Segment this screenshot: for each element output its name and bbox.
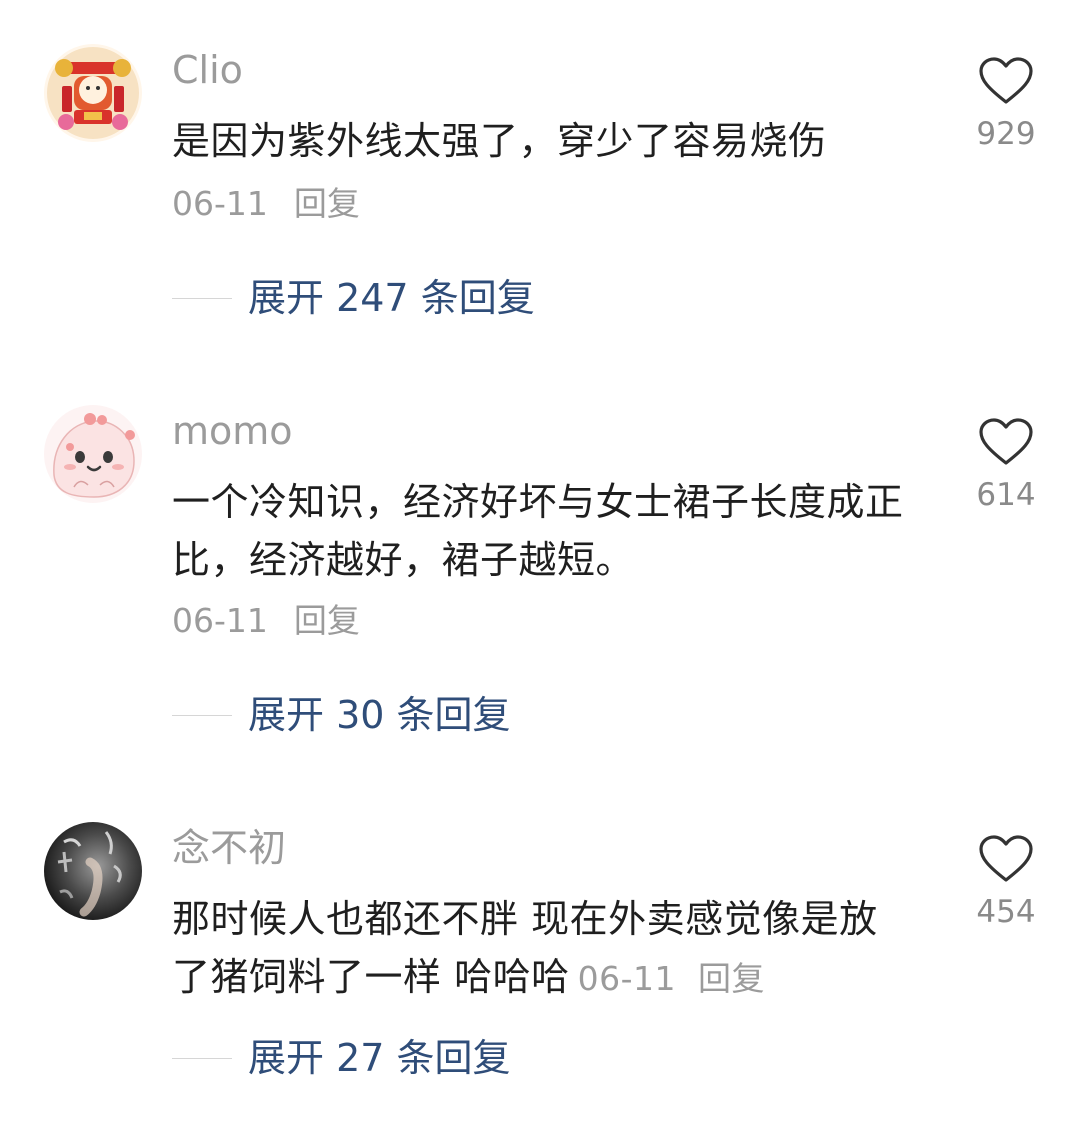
avatar[interactable] [44, 44, 142, 142]
comment-username[interactable]: Clio [172, 47, 243, 93]
comment-text: 是因为紫外线太强了，穿少了容易烧伤 [172, 119, 827, 163]
expand-divider [172, 1058, 232, 1059]
heart-outline-icon [979, 835, 1033, 882]
comment-date: 06-11 [172, 184, 268, 223]
avatar[interactable] [44, 822, 142, 920]
comment-text-content: 那时候人也都还不胖 现在外卖感觉像是放了猪饲料了一样 哈哈哈 [172, 897, 878, 999]
comment-date: 06-11 [577, 959, 676, 998]
like-count: 454 [976, 894, 1036, 930]
expand-replies-label[interactable]: 展开 30 条回复 [248, 690, 511, 740]
comment-text: 一个冷知识，经济好坏与女士裙子长度成正比，经济越好，裙子越短。 [172, 480, 904, 582]
comment-meta: 06-11 回复 [578, 959, 765, 998]
comment-username[interactable]: 念不初 [172, 825, 286, 871]
comment-username[interactable]: momo [172, 408, 293, 454]
like-count: 929 [976, 116, 1036, 152]
expand-divider [172, 715, 232, 716]
reply-button[interactable]: 回复 [698, 959, 765, 998]
reply-button[interactable]: 回复 [294, 184, 360, 223]
expand-replies-label[interactable]: 展开 27 条回复 [248, 1033, 511, 1083]
new-year-mascot-avatar-icon [44, 44, 142, 142]
like-count: 614 [976, 477, 1036, 513]
pink-blob-avatar-icon [44, 405, 142, 503]
heart-outline-icon [979, 57, 1033, 104]
like-button[interactable]: 614 [970, 417, 1042, 513]
heart-outline-icon [979, 418, 1033, 465]
reply-button[interactable]: 回复 [294, 601, 360, 640]
expand-replies-label[interactable]: 展开 247 条回复 [248, 273, 535, 323]
like-button[interactable]: 929 [970, 56, 1042, 152]
avatar[interactable] [44, 405, 142, 503]
dark-calligraphy-avatar-icon [44, 822, 142, 920]
like-button[interactable]: 454 [970, 834, 1042, 930]
comment-text: 那时候人也都还不胖 现在外卖感觉像是放了猪饲料了一样 哈哈哈 06-11 回复 [172, 890, 912, 1008]
comment-date: 06-11 [172, 601, 268, 640]
comment-meta: 06-11 回复 [172, 184, 360, 224]
comment-meta: 06-11 回复 [172, 601, 360, 641]
expand-divider [172, 298, 232, 299]
